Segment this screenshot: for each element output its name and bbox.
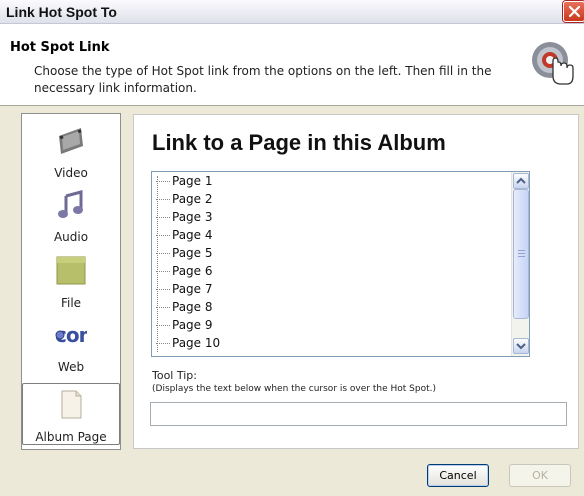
tree-item[interactable]: Page 1 <box>156 174 213 192</box>
header-title: Hot Spot Link <box>10 40 110 55</box>
sidebar-item-audio[interactable]: Audio <box>23 184 119 246</box>
tooltip-hint: (Displays the text below when the cursor… <box>152 384 436 394</box>
sidebar-item-label: Audio <box>53 230 89 244</box>
scroll-down-button[interactable] <box>513 338 529 354</box>
close-icon <box>568 5 581 18</box>
link-type-sidebar: Video Audio File com Web Album Page <box>21 113 121 450</box>
sidebar-item-file[interactable]: File <box>23 250 119 312</box>
chevron-down-icon <box>516 343 526 350</box>
dialog-header: Hot Spot Link Choose the type of Hot Spo… <box>0 24 584 106</box>
tree-item[interactable]: Page 8 <box>156 300 213 318</box>
tree-item[interactable]: Page 10 <box>156 336 220 354</box>
close-button[interactable] <box>563 1 584 22</box>
tree-item[interactable]: Page 5 <box>156 246 213 264</box>
tree-item[interactable]: Page 9 <box>156 318 213 336</box>
header-description: Choose the type of Hot Spot link from th… <box>34 64 492 95</box>
scroll-thumb[interactable] <box>513 189 529 319</box>
music-note-icon <box>58 190 83 218</box>
page-title: Link to a Page in this Album <box>152 130 446 155</box>
sidebar-item-web[interactable]: com Web <box>23 314 119 376</box>
sidebar-item-label: Video <box>54 166 88 180</box>
sidebar-item-album-page[interactable]: Album Page <box>22 383 120 445</box>
chevron-up-icon <box>516 177 526 184</box>
hotspot-hand-icon <box>532 42 574 85</box>
tooltip-input[interactable] <box>150 402 567 426</box>
title-bar: Link Hot Spot To <box>0 0 584 24</box>
tree-item[interactable]: Page 6 <box>156 264 213 282</box>
sidebar-item-label: File <box>60 296 82 310</box>
tree-item[interactable]: Page 4 <box>156 228 213 246</box>
sidebar-item-video[interactable]: Video <box>23 120 119 182</box>
tree-item[interactable]: Page 2 <box>156 192 213 210</box>
page-tree[interactable]: Page 1 Page 2 Page 3 Page 4 Page 5 Page … <box>151 171 530 357</box>
folder-icon <box>56 256 86 285</box>
tree-item[interactable]: Page 7 <box>156 282 213 300</box>
scroll-up-button[interactable] <box>513 173 529 189</box>
cancel-button[interactable]: Cancel <box>427 464 489 487</box>
ok-button[interactable]: OK <box>509 464 571 487</box>
film-icon <box>59 128 83 154</box>
sidebar-item-label: Album Page <box>35 430 107 444</box>
web-globe-icon: com <box>55 323 87 347</box>
tooltip-label: Tool Tip: <box>152 369 197 382</box>
window-title: Link Hot Spot To <box>6 4 117 20</box>
sidebar-item-label: Web <box>57 360 85 374</box>
vertical-scrollbar[interactable] <box>511 172 529 356</box>
tree-item[interactable]: Page 3 <box>156 210 213 228</box>
page-icon <box>61 390 82 419</box>
